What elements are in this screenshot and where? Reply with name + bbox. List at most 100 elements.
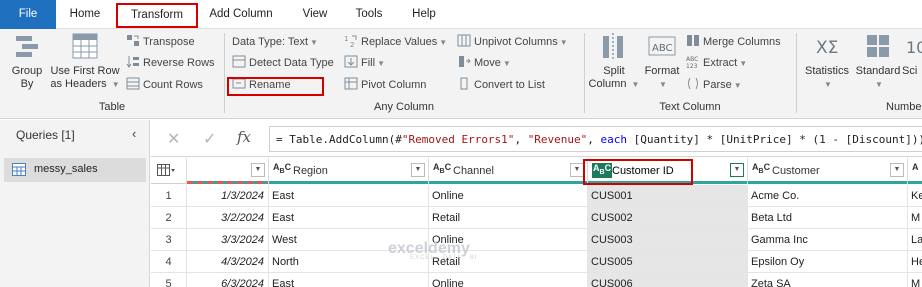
channel-cell[interactable]: Online bbox=[429, 273, 588, 287]
partial-cell[interactable]: M bbox=[908, 207, 922, 229]
tab-add-column[interactable]: Add Column bbox=[204, 0, 278, 29]
fill-label: Fill bbox=[361, 57, 376, 69]
data-type-dropdown[interactable]: Data Type: Text ▼ bbox=[232, 33, 318, 51]
row-number[interactable]: 4 bbox=[151, 251, 187, 273]
customer-id-cell[interactable]: CUS002 bbox=[588, 207, 748, 229]
customer-cell[interactable]: Gamma Inc bbox=[748, 229, 908, 251]
list-icon bbox=[457, 77, 471, 90]
column-filter-button[interactable]: ▼ bbox=[730, 163, 744, 177]
group-by-button[interactable]: Group By bbox=[4, 31, 50, 91]
tab-file[interactable]: File bbox=[0, 0, 56, 29]
pivot-column-button[interactable]: Pivot Column bbox=[344, 76, 426, 94]
tab-transform[interactable]: Transform bbox=[116, 3, 198, 28]
customer-cell[interactable]: Zeta SA bbox=[748, 273, 908, 287]
formula-string: "Revenue" bbox=[527, 133, 588, 146]
parse-button[interactable]: Parse ▼ bbox=[686, 76, 742, 94]
customer-id-cell[interactable]: CUS006 bbox=[588, 273, 748, 287]
transpose-button[interactable]: Transpose bbox=[126, 33, 195, 51]
region-cell[interactable]: East bbox=[269, 207, 429, 229]
date-cell[interactable]: 4/3/2024 bbox=[187, 251, 269, 273]
calculator-icon bbox=[863, 31, 893, 61]
detect-data-type-label: Detect Data Type bbox=[249, 57, 334, 69]
text-type-icon: ABC bbox=[273, 162, 292, 175]
standard-label: Standard bbox=[855, 65, 901, 77]
row-number[interactable]: 2 bbox=[151, 207, 187, 229]
column-filter-button[interactable]: ▼ bbox=[251, 163, 265, 177]
column-name: Channel bbox=[453, 165, 494, 177]
channel-cell[interactable]: Retail bbox=[429, 207, 588, 229]
date-cell[interactable]: 6/3/2024 bbox=[187, 273, 269, 287]
formula-string: "Removed Errors1" bbox=[401, 133, 515, 146]
cancel-formula-icon[interactable]: ✕ bbox=[167, 129, 180, 149]
unpivot-columns-button[interactable]: Unpivot Columns ▼ bbox=[457, 33, 568, 51]
query-item[interactable]: messy_sales bbox=[4, 158, 146, 182]
tab-home[interactable]: Home bbox=[62, 0, 108, 29]
customer-cell[interactable]: Beta Ltd bbox=[748, 207, 908, 229]
standard-button[interactable]: Standard ▼ bbox=[854, 31, 902, 91]
collapse-pane-icon[interactable]: ‹ bbox=[132, 126, 136, 141]
ribbon: Group By Use First Row as Headers ▼ Tran… bbox=[0, 29, 922, 119]
customer-id-cell[interactable]: CUS005 bbox=[588, 251, 748, 273]
watermark-logo: exceldemy EXCEL · DATA · BI bbox=[388, 240, 478, 261]
date-cell[interactable]: 3/2/2024 bbox=[187, 207, 269, 229]
fill-button[interactable]: Fill ▼ bbox=[344, 54, 385, 72]
customer-cell[interactable]: Epsilon Oy bbox=[748, 251, 908, 273]
extract-button[interactable]: ABC 123 Extract ▼ bbox=[686, 54, 747, 72]
region-cell[interactable]: East bbox=[269, 273, 429, 287]
use-first-row-button[interactable]: Use First Row as Headers ▼ bbox=[48, 31, 122, 91]
column-filter-button[interactable]: ▼ bbox=[411, 163, 425, 177]
count-rows-button[interactable]: Count Rows bbox=[126, 76, 203, 94]
partial-cell[interactable]: He bbox=[908, 251, 922, 273]
region-cell[interactable]: East bbox=[269, 185, 429, 207]
column-header-channel[interactable]: ABC Channel ▼ bbox=[429, 158, 588, 184]
partial-cell[interactable]: Ke bbox=[908, 185, 922, 207]
reverse-rows-button[interactable]: Reverse Rows bbox=[126, 54, 215, 72]
split-column-button[interactable]: Split Column ▼ bbox=[588, 31, 640, 91]
group-by-label: Group By bbox=[11, 65, 43, 90]
convert-to-list-button[interactable]: Convert to List bbox=[457, 76, 545, 94]
date-cell[interactable]: 1/3/2024 bbox=[187, 185, 269, 207]
scientific-button[interactable]: 10 Sci bbox=[902, 31, 922, 78]
table-menu-button[interactable] bbox=[151, 158, 187, 184]
move-button[interactable]: Move ▼ bbox=[457, 54, 511, 72]
detect-data-type-button[interactable]: Detect Data Type bbox=[232, 54, 334, 72]
partial-cell[interactable]: La bbox=[908, 229, 922, 251]
svg-text:1: 1 bbox=[344, 35, 348, 43]
column-header-date[interactable]: ▼ bbox=[187, 158, 269, 184]
transpose-label: Transpose bbox=[143, 36, 195, 48]
column-header-region[interactable]: ABC Region ▼ bbox=[269, 158, 429, 184]
partial-cell[interactable]: M bbox=[908, 273, 922, 287]
fx-icon[interactable]: fx bbox=[237, 128, 251, 146]
row-number[interactable]: 5 bbox=[151, 273, 187, 287]
merge-columns-button[interactable]: Merge Columns bbox=[686, 33, 781, 51]
query-name: messy_sales bbox=[34, 163, 98, 175]
channel-cell[interactable]: Online bbox=[429, 185, 588, 207]
customer-cell[interactable]: Acme Co. bbox=[748, 185, 908, 207]
formula-input[interactable]: = Table.AddColumn(#"Removed Errors1", "R… bbox=[269, 126, 922, 152]
tab-view[interactable]: View bbox=[296, 0, 334, 29]
statistics-button[interactable]: XΣ Statistics ▼ bbox=[800, 31, 854, 91]
scientific-icon: 10 bbox=[904, 31, 922, 61]
formula-bar: ✕ ✓ fx = Table.AddColumn(#"Removed Error… bbox=[151, 120, 922, 157]
use-first-row-label: Use First Row as Headers bbox=[50, 65, 120, 90]
rename-highlight-box bbox=[227, 77, 324, 96]
row-number[interactable]: 1 bbox=[151, 185, 187, 207]
row-number[interactable]: 3 bbox=[151, 229, 187, 251]
tab-tools[interactable]: Tools bbox=[349, 0, 389, 29]
table-group-label: Table bbox=[98, 101, 126, 113]
column-header-customer[interactable]: ABC Customer ▼ bbox=[748, 158, 908, 184]
unpivot-columns-label: Unpivot Columns bbox=[474, 36, 558, 48]
column-filter-button[interactable]: ▼ bbox=[890, 163, 904, 177]
watermark-tagline: EXCEL · DATA · BI bbox=[410, 255, 478, 261]
customer-id-cell[interactable]: CUS003 bbox=[588, 229, 748, 251]
commit-formula-icon[interactable]: ✓ bbox=[203, 129, 216, 149]
customer-id-cell[interactable]: CUS001 bbox=[588, 185, 748, 207]
column-header-partial[interactable]: A bbox=[908, 158, 922, 184]
column-filter-button[interactable]: ▼ bbox=[570, 163, 584, 177]
replace-values-button[interactable]: 1 2 Replace Values ▼ bbox=[344, 33, 447, 51]
chevron-down-icon: ▼ bbox=[439, 38, 448, 47]
format-button[interactable]: ABC Format ▼ bbox=[640, 31, 684, 91]
date-cell[interactable]: 3/3/2024 bbox=[187, 229, 269, 251]
column-quality-bar bbox=[908, 181, 922, 184]
tab-help[interactable]: Help bbox=[406, 0, 442, 29]
